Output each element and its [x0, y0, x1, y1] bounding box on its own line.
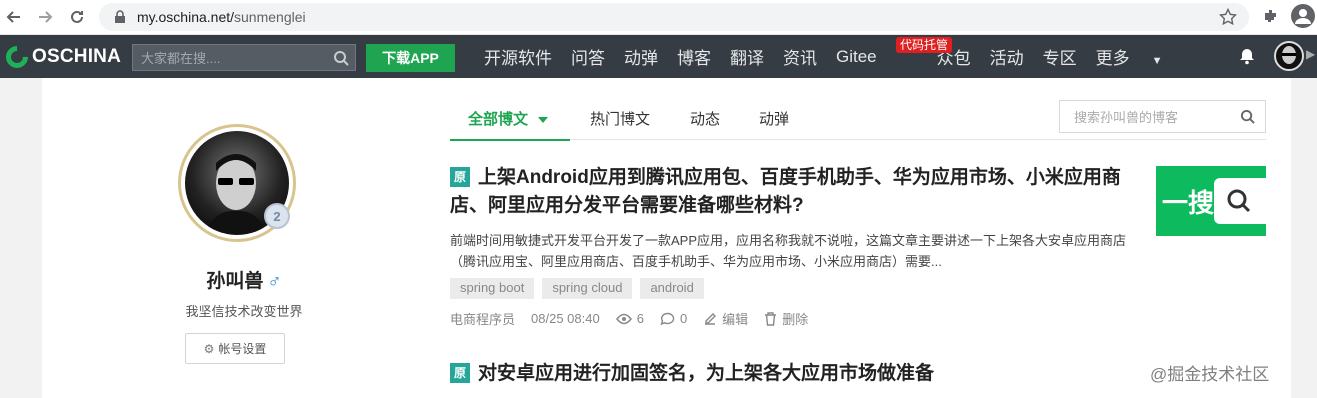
eye-icon	[615, 313, 632, 324]
site-search-placeholder: 大家都在搜....	[141, 51, 221, 66]
article-item: 原上架Android应用到腾讯应用包、百度手机助手、华为应用市场、小米应用商店、…	[450, 164, 1150, 328]
extensions-icon[interactable]	[1262, 7, 1280, 30]
article-meta: 电商程序员 08/25 08:40 6 0 编辑 删除	[450, 309, 1150, 328]
menu-tweets[interactable]: 动弹	[624, 44, 658, 69]
profile-motto: 我坚信技术改变世界	[185, 304, 303, 319]
article-title-text[interactable]: 对安卓应用进行加固签名，为上架各大应用市场做准备	[478, 363, 934, 384]
article-tags: spring boot spring cloud android	[450, 278, 1150, 299]
bell-icon[interactable]	[1238, 47, 1256, 65]
bookmark-star-icon[interactable]	[1219, 8, 1237, 26]
account-settings-button[interactable]: ⚙ 帐号设置	[185, 333, 285, 364]
oschina-logo[interactable]: OSCHINA	[1, 41, 122, 73]
search-icon	[1227, 189, 1251, 213]
account-settings-label: 帐号设置	[218, 342, 267, 356]
logo-c-icon	[1, 41, 33, 73]
article-time: 08/25 08:40	[531, 311, 600, 326]
male-icon: ♂	[267, 271, 282, 292]
site-header: OSCHINA 大家都在搜.... 下载APP 开源软件 问答 动弹 博客 翻译…	[0, 35, 1317, 78]
search-icon[interactable]	[1240, 109, 1255, 124]
gitee-badge: 代码托管	[896, 37, 953, 53]
gear-icon: ⚙	[203, 341, 215, 356]
menu-events[interactable]: 活动	[990, 44, 1024, 69]
menu-more-label: 更多	[1095, 49, 1130, 68]
user-avatar[interactable]	[1274, 41, 1304, 71]
chevron-down-icon: ▼	[1151, 55, 1163, 67]
blog-search-input[interactable]: 搜索孙叫兽的博客	[1059, 100, 1266, 133]
reload-icon[interactable]	[66, 6, 88, 28]
tab-all-posts[interactable]: 全部博文	[468, 108, 549, 129]
lock-icon	[115, 10, 125, 23]
delete-link[interactable]: 删除	[764, 309, 808, 328]
tab-tweets[interactable]: 动弹	[759, 108, 789, 129]
comment-icon	[660, 312, 675, 325]
menu-open-source[interactable]: 开源软件	[484, 44, 552, 69]
menu-zones[interactable]: 专区	[1043, 44, 1077, 69]
comments-count[interactable]: 0	[660, 311, 687, 326]
profile-name: 孙叫兽	[206, 271, 264, 292]
menu-news[interactable]: 资讯	[783, 44, 817, 69]
menu-blog[interactable]: 博客	[677, 44, 711, 69]
back-icon[interactable]	[3, 6, 25, 28]
level-badge: 2	[264, 203, 290, 229]
url-host: my.oschina.net/	[137, 9, 235, 25]
comments-value: 0	[679, 311, 688, 326]
menu-qa[interactable]: 问答	[571, 44, 605, 69]
tab-all-posts-label: 全部博文	[468, 111, 529, 128]
menu-more[interactable]: 更多 ▼	[1096, 44, 1182, 69]
tab-hot-posts[interactable]: 热门博文	[590, 108, 650, 129]
views-value: 6	[636, 311, 644, 326]
profile-page: 2 孙叫兽 ♂ 我坚信技术改变世界 ⚙ 帐号设置 全部博文 热门博文 动态 动弹 …	[42, 78, 1291, 398]
original-badge: 原	[450, 167, 470, 187]
menu-translate[interactable]: 翻译	[730, 44, 764, 69]
active-tab-indicator	[450, 139, 570, 141]
tag-spring-boot[interactable]: spring boot	[450, 278, 535, 299]
browser-toolbar: my.oschina.net/sunmenglei	[0, 0, 1317, 35]
menu-gitee[interactable]: Gitee	[836, 47, 877, 67]
edit-icon	[705, 312, 717, 325]
logo-text: OSCHINA	[32, 46, 122, 67]
article-summary: 前端时间用敏捷式开发平台开发了一款APP应用，应用名称我就不说啦，这篇文章主要讲…	[450, 233, 1127, 269]
article-thumbnail[interactable]: 一搜	[1156, 166, 1266, 236]
edit-link[interactable]: 编辑	[703, 309, 748, 328]
thumbnail-text: 一搜	[1162, 187, 1215, 218]
address-bar[interactable]: my.oschina.net/sunmenglei	[99, 3, 1249, 31]
tag-android[interactable]: android	[640, 278, 704, 299]
url-path: sunmenglei	[234, 9, 306, 25]
watermark: @掘金技术社区	[1150, 365, 1270, 384]
article-title-text[interactable]: 上架Android应用到腾讯应用包、百度手机助手、华为应用市场、小米应用商店、阿…	[450, 167, 1121, 216]
download-app-button[interactable]: 下载APP	[366, 44, 455, 72]
caret-down-icon	[538, 117, 549, 124]
trash-icon	[765, 311, 777, 326]
article-title[interactable]: 原上架Android应用到腾讯应用包、百度手机助手、华为应用市场、小米应用商店、…	[450, 164, 1150, 220]
blog-search-placeholder: 搜索孙叫兽的博客	[1074, 110, 1179, 125]
search-icon[interactable]	[333, 50, 349, 66]
forward-icon[interactable]	[34, 6, 56, 28]
original-badge: 原	[450, 363, 470, 383]
main-menu: 开源软件 问答 动弹 博客 翻译 资讯 Gitee 众包 活动 专区 更多 ▼	[484, 35, 1201, 78]
article-item: 原对安卓应用进行加固签名，为上架各大应用市场做准备	[450, 358, 934, 385]
profile-icon[interactable]	[1291, 4, 1315, 28]
views-count: 6	[615, 311, 644, 326]
thumbnail-search-box	[1214, 178, 1266, 224]
chevron-right-icon: ▶	[1306, 47, 1316, 61]
profile-name-row: 孙叫兽 ♂	[174, 266, 314, 293]
article-category[interactable]: 电商程序员	[450, 309, 515, 328]
tag-spring-cloud[interactable]: spring cloud	[542, 278, 633, 299]
tab-activity[interactable]: 动态	[690, 108, 720, 129]
edit-label: 编辑	[722, 312, 749, 327]
site-search-input[interactable]: 大家都在搜....	[132, 44, 356, 71]
delete-label: 删除	[782, 312, 809, 327]
